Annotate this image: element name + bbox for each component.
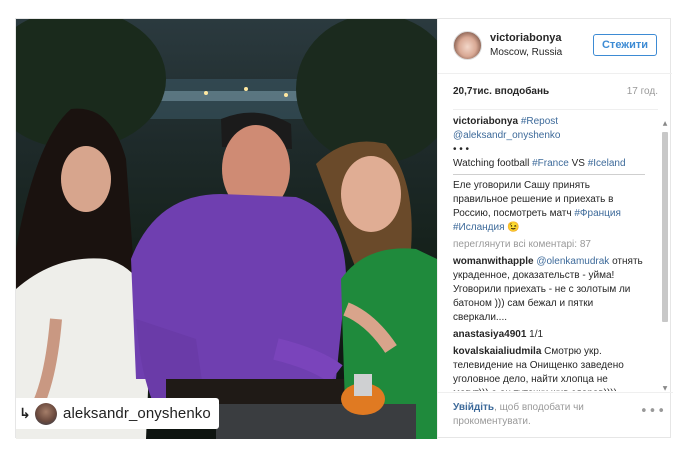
comments-scrollbar[interactable]: ▲ ▼ xyxy=(661,120,669,392)
more-options-icon[interactable]: ••• xyxy=(640,404,666,419)
caption-mention[interactable]: @aleksandr_onyshenko xyxy=(453,130,560,141)
hashtag-islandiya[interactable]: #Исландия xyxy=(453,222,505,233)
hashtag-france[interactable]: #France xyxy=(532,158,569,169)
comment-item: womanwithapple @olenkamudrak отнять укра… xyxy=(453,255,645,325)
tagged-user-avatar xyxy=(35,402,57,425)
caption-dots: • • • xyxy=(453,144,470,155)
scroll-down-icon[interactable]: ▼ xyxy=(661,385,669,392)
instagram-post-card: ↳ aleksandr_onyshenko victoriabonya Mosc… xyxy=(15,18,673,439)
hashtag-franciya[interactable]: #Франция xyxy=(574,208,621,219)
photo-illustration xyxy=(16,19,437,439)
hashtag-iceland[interactable]: #Iceland xyxy=(588,158,626,169)
comment-username[interactable]: kovalskaialiudmila xyxy=(453,346,541,357)
post-location[interactable]: Moscow, Russia xyxy=(490,47,562,58)
post-footer: Увійдіть, щоб вподобати чи прокоментуват… xyxy=(438,392,673,439)
comments-list: victoriabonya #Repost @aleksandr_onyshen… xyxy=(453,115,645,391)
login-link[interactable]: Увійдіть xyxy=(453,402,494,413)
wink-emoji: 😉 xyxy=(504,222,520,233)
post-side-panel: victoriabonya Moscow, Russia Стежити 20,… xyxy=(437,19,673,439)
repost-icon: ↳ xyxy=(19,405,31,422)
follow-button[interactable]: Стежити xyxy=(593,34,657,56)
post-stats: 20,7тис. вподобань 17 год. xyxy=(453,74,658,110)
comment-text: 1/1 xyxy=(526,329,544,340)
comment-username[interactable]: womanwithapple xyxy=(453,256,534,267)
post-photo[interactable]: ↳ aleksandr_onyshenko xyxy=(16,19,437,439)
hashtag-repost[interactable]: #Repost xyxy=(521,116,558,127)
view-all-comments-link[interactable]: переглянути всі коментарі: 87 xyxy=(453,238,645,252)
avatar[interactable] xyxy=(453,31,482,60)
login-prompt: Увійдіть, щоб вподобати чи прокоментуват… xyxy=(453,401,623,429)
caption-divider xyxy=(453,174,645,175)
caption-username[interactable]: victoriabonya xyxy=(453,116,518,127)
post-age[interactable]: 17 год. xyxy=(627,86,658,97)
comment-item: kovalskaialiudmila Смотрю укр. телевиден… xyxy=(453,345,645,391)
post-header: victoriabonya Moscow, Russia Стежити xyxy=(438,19,672,74)
likes-count[interactable]: 20,7тис. вподобань xyxy=(453,86,549,97)
scroll-up-icon[interactable]: ▲ xyxy=(661,120,669,127)
comment-item: anastasiya4901 1/1 xyxy=(453,328,645,342)
comment-username[interactable]: anastasiya4901 xyxy=(453,329,526,340)
caption-vs: VS xyxy=(568,158,588,169)
comment-mention[interactable]: @olenkamudrak xyxy=(536,256,609,267)
post-username[interactable]: victoriabonya xyxy=(490,32,562,44)
tagged-user-name[interactable]: aleksandr_onyshenko xyxy=(63,405,211,422)
post-caption: victoriabonya #Repost @aleksandr_onyshen… xyxy=(453,115,645,171)
scrollbar-thumb[interactable] xyxy=(662,132,668,322)
caption-line1: Watching football xyxy=(453,158,533,169)
caption-russian: Еле уговорили Сашу принять правильное ре… xyxy=(453,179,645,235)
tagged-user-label[interactable]: ↳ aleksandr_onyshenko xyxy=(16,398,219,429)
